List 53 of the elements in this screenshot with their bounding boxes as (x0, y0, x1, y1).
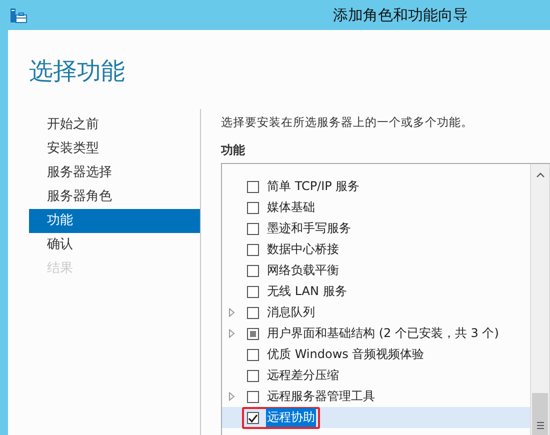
window-title: 添加角色和功能向导 (333, 6, 468, 24)
feature-label: 媒体基础 (266, 199, 316, 216)
feature-label: 数据中心桥接 (266, 241, 340, 258)
grip-icon (536, 422, 544, 429)
feature-row[interactable]: 无线 LAN 服务 (222, 281, 530, 302)
feature-label: 远程协助 (266, 408, 316, 427)
checkbox[interactable] (247, 180, 259, 192)
checkbox[interactable] (247, 390, 259, 402)
feature-row[interactable]: 远程协助 (222, 407, 530, 428)
nav-item[interactable]: 服务器角色 (29, 185, 200, 209)
expand-icon[interactable] (229, 329, 235, 338)
feature-row[interactable]: 网络负载平衡 (222, 260, 530, 281)
feature-row[interactable]: 远程差分压缩 (222, 365, 530, 386)
feature-row[interactable]: 数据中心桥接 (222, 239, 530, 260)
server-toolbox-icon (10, 8, 27, 22)
feature-label: 远程差分压缩 (266, 367, 340, 384)
nav-item[interactable]: 确认 (29, 233, 200, 257)
feature-row[interactable]: 墨迹和手写服务 (222, 218, 530, 239)
feature-label: 网络负载平衡 (266, 262, 340, 279)
feature-row[interactable]: 用户界面和基础结构 (2 个已安装，共 3 个) (222, 323, 530, 344)
nav-item[interactable]: 功能 (29, 209, 200, 233)
expand-icon[interactable] (229, 392, 235, 401)
checkbox[interactable] (247, 244, 259, 256)
feature-label: 远程服务器管理工具 (266, 388, 376, 405)
nav-item[interactable]: 安装类型 (29, 137, 200, 161)
feature-row[interactable]: 简单 TCP/IP 服务 (222, 176, 530, 197)
checkbox[interactable] (247, 202, 259, 214)
checkbox[interactable] (247, 348, 259, 360)
description-text: 选择要安装在所选服务器上的一个或多个功能。 (221, 114, 474, 130)
feature-label: 用户界面和基础结构 (2 个已安装，共 3 个) (266, 325, 500, 342)
feature-label: 简单 TCP/IP 服务 (266, 178, 361, 195)
checkbox[interactable] (247, 370, 259, 382)
checkbox[interactable] (247, 286, 259, 298)
feature-row[interactable]: 消息队列 (222, 302, 530, 323)
scroll-thumb[interactable] (532, 393, 548, 435)
nav-item[interactable]: 服务器选择 (29, 161, 200, 185)
feature-row[interactable]: 远程服务器管理工具 (222, 386, 530, 407)
feature-label: 优质 Windows 音频视频体验 (266, 346, 426, 363)
feature-label: 无线 LAN 服务 (266, 283, 348, 300)
feature-label: 墨迹和手写服务 (266, 220, 352, 237)
feature-row[interactable]: 媒体基础 (222, 197, 530, 218)
scrollbar[interactable] (530, 164, 550, 435)
feature-row[interactable]: 优质 Windows 音频视频体验 (222, 344, 530, 365)
checkbox[interactable] (247, 222, 259, 234)
nav-item[interactable]: 开始之前 (29, 113, 200, 137)
checkbox[interactable] (247, 306, 259, 318)
checkbox[interactable] (247, 328, 259, 340)
page-title: 选择功能 (29, 56, 126, 87)
checkbox[interactable] (247, 264, 259, 276)
features-heading: 功能 (221, 142, 246, 159)
expand-icon[interactable] (229, 308, 235, 317)
feature-label: 消息队列 (266, 304, 316, 321)
scroll-up-icon[interactable] (536, 172, 544, 178)
